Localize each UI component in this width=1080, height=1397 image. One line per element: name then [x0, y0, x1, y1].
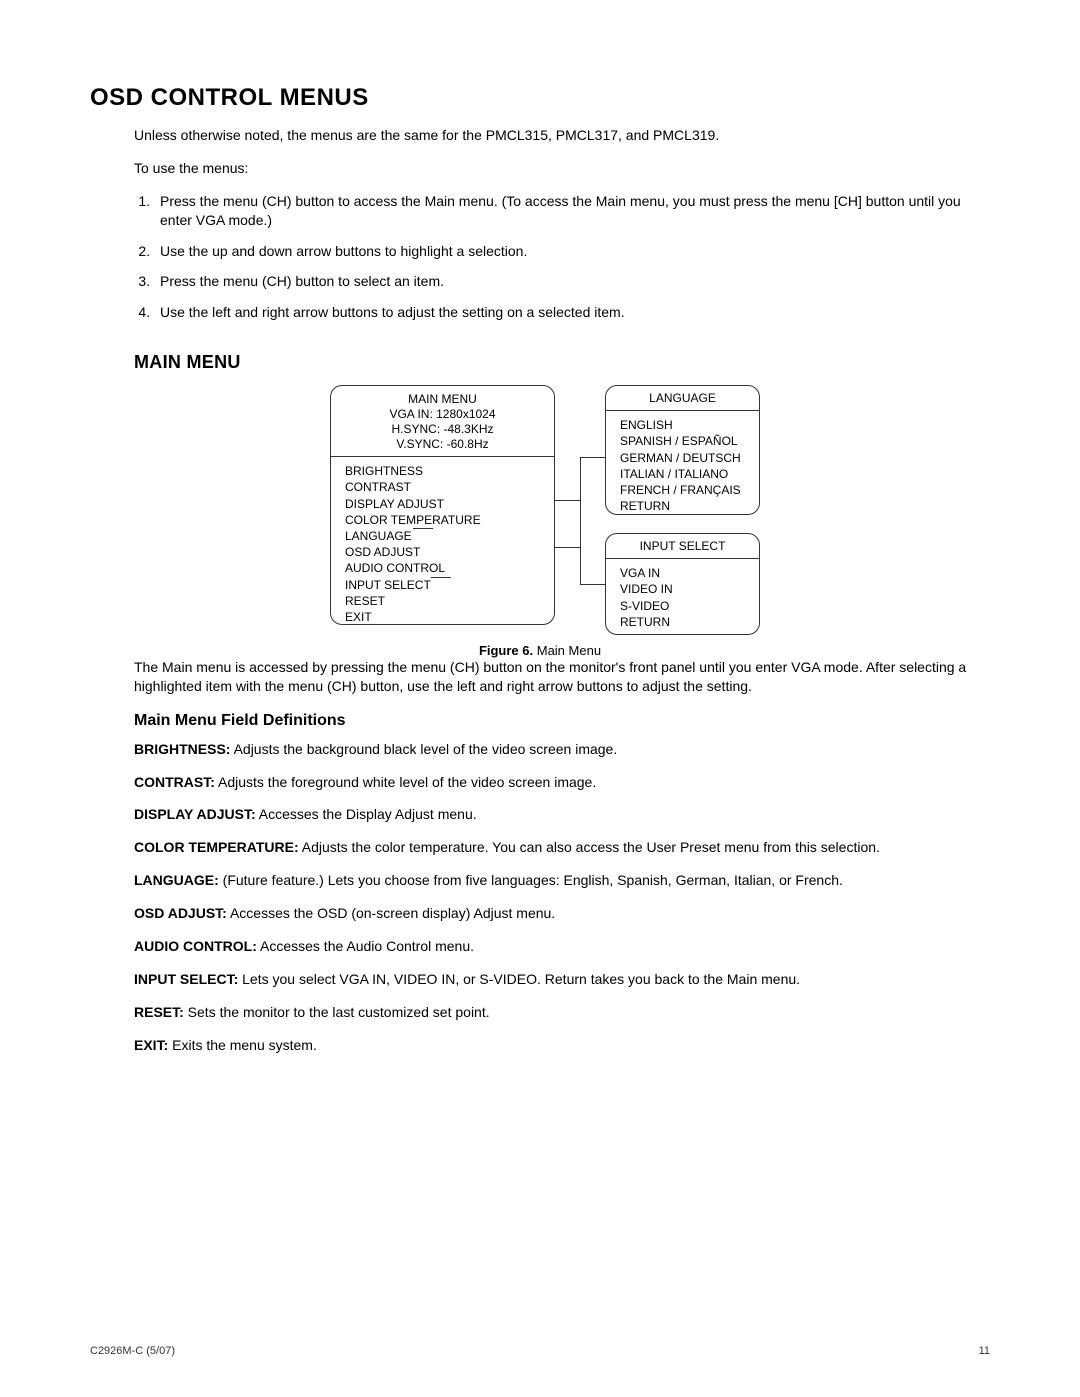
figure-title: Main Menu	[533, 643, 601, 658]
step-4: Use the left and right arrow buttons to …	[154, 303, 990, 322]
connector-line	[555, 547, 580, 548]
osd-item-osd-adjust: OSD ADJUST	[345, 544, 544, 560]
input-return: RETURN	[620, 614, 749, 630]
osd-item-color-temperature: COLOR TEMPERATURE	[345, 512, 544, 528]
def-term: CONTRAST:	[134, 774, 215, 790]
def-term: LANGUAGE:	[134, 872, 219, 888]
figure-number: Figure 6.	[479, 643, 533, 658]
footer-doc-id: C2926M-C (5/07)	[90, 1345, 175, 1357]
def-text: Accesses the Audio Control menu.	[257, 938, 474, 954]
input-svideo: S-VIDEO	[620, 598, 749, 614]
def-term: BRIGHTNESS:	[134, 741, 230, 757]
connector-line	[580, 584, 605, 585]
connector-line	[580, 457, 605, 458]
step-1: Press the menu (CH) button to access the…	[154, 192, 990, 230]
osd-main-vsync: V.SYNC: -60.8Hz	[331, 437, 554, 452]
def-color-temperature: COLOR TEMPERATURE: Adjusts the color tem…	[134, 838, 990, 857]
step-3: Press the menu (CH) button to select an …	[154, 272, 990, 291]
osd-language-items: ENGLISH SPANISH / ESPAÑOL GERMAN / DEUTS…	[606, 411, 759, 520]
osd-input-title: INPUT SELECT	[606, 534, 759, 559]
osd-item-exit: EXIT	[345, 609, 544, 625]
lang-spanish: SPANISH / ESPAÑOL	[620, 433, 749, 449]
def-term: COLOR TEMPERATURE:	[134, 839, 299, 855]
def-osd-adjust: OSD ADJUST: Accesses the OSD (on-screen …	[134, 904, 990, 923]
def-input-select: INPUT SELECT: Lets you select VGA IN, VI…	[134, 970, 990, 989]
osd-main-title: MAIN MENU	[331, 392, 554, 407]
osd-item-language: LANGUAGE	[345, 528, 544, 544]
def-term: OSD ADJUST:	[134, 905, 227, 921]
osd-item-reset: RESET	[345, 593, 544, 609]
osd-item-input-select: INPUT SELECT	[345, 577, 544, 593]
def-brightness: BRIGHTNESS: Adjusts the background black…	[134, 740, 990, 759]
osd-input-box: INPUT SELECT VGA IN VIDEO IN S-VIDEO RET…	[605, 533, 760, 635]
section-main-menu: MAIN MENU	[134, 352, 990, 373]
step-2: Use the up and down arrow buttons to hig…	[154, 242, 990, 261]
input-vga: VGA IN	[620, 565, 749, 581]
def-audio-control: AUDIO CONTROL: Accesses the Audio Contro…	[134, 937, 990, 956]
def-exit: EXIT: Exits the menu system.	[134, 1036, 990, 1055]
def-text: Adjusts the background black level of th…	[230, 741, 617, 757]
osd-item-display-adjust: DISPLAY ADJUST	[345, 496, 544, 512]
osd-main-vga: VGA IN: 1280x1024	[331, 407, 554, 422]
osd-item-contrast: CONTRAST	[345, 479, 544, 495]
def-term: EXIT:	[134, 1037, 168, 1053]
input-video: VIDEO IN	[620, 581, 749, 597]
connector-line	[413, 528, 433, 529]
def-term: INPUT SELECT:	[134, 971, 238, 987]
footer-page-number: 11	[979, 1345, 990, 1357]
connector-line	[555, 500, 580, 501]
steps-list: Press the menu (CH) button to access the…	[154, 192, 990, 322]
lang-english: ENGLISH	[620, 417, 749, 433]
lang-return: RETURN	[620, 498, 749, 514]
defs-heading: Main Menu Field Definitions	[134, 710, 990, 732]
def-contrast: CONTRAST: Adjusts the foreground white l…	[134, 773, 990, 792]
def-text: Adjusts the color temperature. You can a…	[299, 839, 880, 855]
connector-line	[431, 577, 451, 578]
def-text: Exits the menu system.	[168, 1037, 317, 1053]
def-text: Adjusts the foreground white level of th…	[215, 774, 596, 790]
intro-2: To use the menus:	[134, 159, 990, 178]
after-figure-text: The Main menu is accessed by pressing th…	[134, 658, 990, 696]
lang-french: FRENCH / FRANÇAIS	[620, 482, 749, 498]
osd-language-title: LANGUAGE	[606, 386, 759, 411]
osd-item-brightness: BRIGHTNESS	[345, 463, 544, 479]
osd-main-box: MAIN MENU VGA IN: 1280x1024 H.SYNC: -48.…	[330, 385, 555, 625]
page-title: OSD CONTROL MENUS	[90, 84, 990, 112]
osd-input-items: VGA IN VIDEO IN S-VIDEO RETURN	[606, 559, 759, 636]
def-reset: RESET: Sets the monitor to the last cust…	[134, 1003, 990, 1022]
lang-german: GERMAN / DEUTSCH	[620, 450, 749, 466]
def-text: Lets you select VGA IN, VIDEO IN, or S-V…	[238, 971, 800, 987]
connector-line	[580, 457, 581, 585]
def-term: RESET:	[134, 1004, 184, 1020]
def-language: LANGUAGE: (Future feature.) Lets you cho…	[134, 871, 990, 890]
def-term: AUDIO CONTROL:	[134, 938, 257, 954]
def-text: Accesses the OSD (on-screen display) Adj…	[227, 905, 555, 921]
figure-main-menu: MAIN MENU VGA IN: 1280x1024 H.SYNC: -48.…	[330, 385, 750, 635]
def-display-adjust: DISPLAY ADJUST: Accesses the Display Adj…	[134, 805, 990, 824]
def-text: Accesses the Display Adjust menu.	[256, 806, 477, 822]
def-text: Sets the monitor to the last customized …	[184, 1004, 490, 1020]
osd-main-hsync: H.SYNC: -48.3KHz	[331, 422, 554, 437]
osd-item-audio-control: AUDIO CONTROL	[345, 560, 544, 576]
osd-main-header: MAIN MENU VGA IN: 1280x1024 H.SYNC: -48.…	[331, 386, 554, 457]
figure-caption: Figure 6. Main Menu	[90, 643, 990, 658]
def-text: (Future feature.) Lets you choose from f…	[219, 872, 843, 888]
osd-language-box: LANGUAGE ENGLISH SPANISH / ESPAÑOL GERMA…	[605, 385, 760, 515]
osd-main-items: BRIGHTNESS CONTRAST DISPLAY ADJUST COLOR…	[331, 457, 554, 631]
intro-1: Unless otherwise noted, the menus are th…	[134, 126, 990, 145]
page-footer: C2926M-C (5/07) 11	[90, 1345, 990, 1357]
lang-italian: ITALIAN / ITALIANO	[620, 466, 749, 482]
def-term: DISPLAY ADJUST:	[134, 806, 256, 822]
